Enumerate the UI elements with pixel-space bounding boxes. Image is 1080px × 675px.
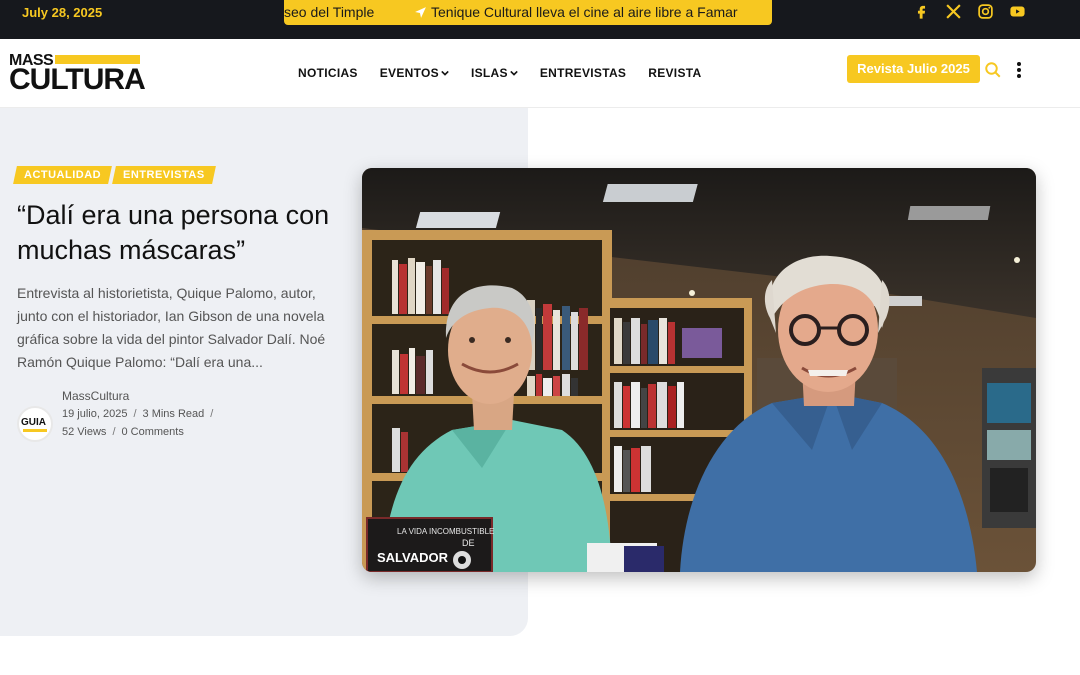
instagram-icon[interactable] bbox=[977, 3, 994, 20]
author-avatar[interactable]: GUIA bbox=[17, 406, 53, 442]
featured-photo-illustration: LA VIDA INCOMBUSTIBLE DE SALVADOR bbox=[362, 168, 1036, 572]
chevron-down-icon bbox=[510, 70, 518, 76]
logo-cultura-text: CULTURA bbox=[9, 63, 146, 96]
avatar-text: GUIA bbox=[21, 417, 46, 428]
search-icon[interactable] bbox=[984, 61, 1002, 79]
book-cover-line-2: DE bbox=[462, 538, 475, 548]
nav-item-islas[interactable]: ISLAS bbox=[471, 66, 518, 80]
view-count: 52 Views bbox=[62, 426, 107, 438]
nav-item-revista[interactable]: REVISTA bbox=[648, 66, 701, 80]
paper-plane-icon bbox=[415, 7, 426, 18]
article-excerpt: Entrevista al historietista, Quique Palo… bbox=[17, 285, 326, 370]
main-nav: NOTICIAS EVENTOS ISLAS ENTREVISTAS REVIS… bbox=[298, 66, 701, 80]
comment-count[interactable]: 0 Comments bbox=[122, 426, 184, 438]
x-icon[interactable] bbox=[945, 3, 962, 20]
chevron-down-icon bbox=[441, 70, 449, 76]
ticker-item[interactable]: seo del Timple bbox=[284, 4, 374, 20]
ticker-item[interactable]: Tenique Cultural lleva el cine al aire l… bbox=[431, 4, 738, 20]
category-tag-actualidad[interactable]: ACTUALIDAD bbox=[13, 166, 113, 184]
facebook-icon[interactable] bbox=[913, 3, 930, 20]
article-title[interactable]: “Dalí era una persona con muchas máscara… bbox=[17, 198, 347, 268]
avatar-accent-bar bbox=[23, 429, 47, 432]
article-featured-image[interactable]: LA VIDA INCOMBUSTIBLE DE SALVADOR bbox=[362, 168, 1036, 572]
publish-date: 19 julio, 2025 bbox=[62, 408, 128, 420]
nav-item-entrevistas[interactable]: ENTREVISTAS bbox=[540, 66, 626, 80]
article-meta-line-1: 19 julio, 2025/3 Mins Read / bbox=[62, 408, 214, 420]
article-meta-line-2: 52 Views/0 Comments bbox=[62, 426, 184, 438]
book-cover-line-3: SALVADOR bbox=[377, 550, 449, 565]
site-logo[interactable]: MASS CULTURA bbox=[9, 52, 146, 96]
read-time: 3 Mins Read bbox=[142, 408, 205, 420]
category-tag-entrevistas[interactable]: ENTREVISTAS bbox=[112, 166, 216, 184]
social-links bbox=[913, 3, 1026, 21]
current-date: July 28, 2025 bbox=[22, 5, 103, 20]
youtube-icon[interactable] bbox=[1009, 3, 1026, 20]
more-options-icon[interactable] bbox=[1015, 61, 1023, 79]
top-bar: July 28, 2025 seo del Timple Tenique Cul… bbox=[0, 0, 1080, 39]
category-tags: ACTUALIDAD ENTREVISTAS bbox=[13, 166, 216, 184]
nav-item-noticias[interactable]: NOTICIAS bbox=[298, 66, 358, 80]
book-cover-line-1: LA VIDA INCOMBUSTIBLE bbox=[397, 527, 494, 536]
news-ticker[interactable]: seo del Timple Tenique Cultural lleva el… bbox=[284, 0, 772, 25]
nav-item-eventos[interactable]: EVENTOS bbox=[380, 66, 449, 80]
author-name[interactable]: MassCultura bbox=[62, 389, 129, 403]
revista-julio-button[interactable]: Revista Julio 2025 bbox=[847, 55, 980, 83]
